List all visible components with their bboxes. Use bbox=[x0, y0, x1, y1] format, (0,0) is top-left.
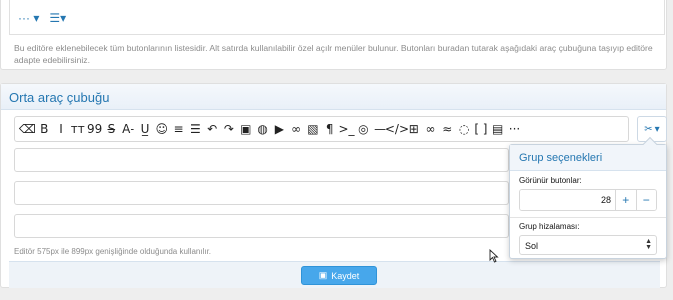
undo-icon[interactable]: ↶ bbox=[204, 119, 221, 139]
alignment-label: Grup hizalaması: bbox=[519, 222, 580, 231]
list-icon[interactable]: ☰ bbox=[187, 119, 204, 139]
mini-toolbar: ··· ▾ ☰▾ bbox=[9, 0, 665, 35]
toolbar-row-2[interactable] bbox=[14, 181, 509, 205]
visible-buttons-input[interactable] bbox=[520, 190, 615, 210]
toolbar-row-1[interactable] bbox=[14, 148, 509, 172]
underline-icon[interactable]: U̲ bbox=[137, 119, 154, 139]
toolbar-row-3[interactable] bbox=[14, 214, 509, 238]
menu-divider bbox=[510, 217, 666, 218]
align-icon[interactable]: ≡ bbox=[170, 119, 187, 139]
redo-icon[interactable]: ↷ bbox=[221, 119, 238, 139]
image-icon[interactable]: ▣ bbox=[237, 119, 254, 139]
menu-title: Grup seçenekleri bbox=[510, 145, 666, 171]
smiley-icon[interactable]: ☺ bbox=[153, 119, 170, 139]
floppy-icon: ▣ bbox=[318, 270, 328, 280]
decrement-button[interactable]: − bbox=[635, 190, 656, 210]
list-dropdown-icon[interactable]: ☰▾ bbox=[49, 11, 66, 25]
mouse-cursor-icon bbox=[489, 249, 499, 263]
tools-icon: ✂ bbox=[644, 123, 653, 135]
gallery-icon[interactable]: ▧ bbox=[305, 119, 322, 139]
width-description: Editör 575px ile 899px genişliğinde oldu… bbox=[14, 247, 212, 256]
link-icon[interactable]: ∞ bbox=[288, 119, 305, 139]
bezier-icon[interactable]: ≈ bbox=[439, 119, 456, 139]
increment-button[interactable]: + bbox=[615, 190, 636, 210]
save-label: Kaydet bbox=[331, 270, 360, 281]
chevron-down-icon: ▾ bbox=[654, 123, 660, 135]
italic-icon[interactable]: I bbox=[53, 119, 70, 139]
buttons-description: Bu editöre eklenebilecek tüm butonlarını… bbox=[14, 43, 653, 65]
middle-toolbar: ⌫ B Iᴛᴛ 99 S̶ A˗ U̲ ☺ ≡ ☰ ↶ ↷ ▣ ◍ ▶ ∞ ▧ ¶ >_ ◎ — </> ⊞ ∞ ≈ ◌[ ] ▤ ·… bbox=[14, 116, 629, 142]
table-icon[interactable]: ⊞ bbox=[405, 119, 422, 139]
mask-icon[interactable]: ∞ bbox=[422, 119, 439, 139]
group-options-menu: Grup seçenekleri Görünür butonlar: + − G… bbox=[509, 136, 667, 259]
alignment-select[interactable]: Sol ▲ ▼ bbox=[519, 235, 657, 255]
more-icon[interactable]: ··· bbox=[506, 119, 523, 139]
buttons-panel: ··· ▾ ☰▾ Bu editöre eklenebilecek tüm bu… bbox=[0, 0, 667, 70]
visible-buttons-label: Görünür butonlar: bbox=[519, 176, 582, 185]
font-size-icon[interactable]: ᴛᴛ bbox=[69, 119, 86, 139]
font-color-icon[interactable]: A˗ bbox=[120, 119, 137, 139]
more-dropdown-icon[interactable]: ··· ▾ bbox=[18, 11, 39, 25]
palette-icon[interactable]: ◍ bbox=[254, 119, 271, 139]
strikethrough-icon[interactable]: S̶ bbox=[103, 119, 120, 139]
alignment-value: Sol bbox=[525, 241, 539, 251]
panel-title: Orta araç çubuğu bbox=[1, 84, 666, 110]
visible-buttons-stepper: + − bbox=[519, 189, 657, 211]
save-button[interactable]: ▣ Kaydet bbox=[301, 266, 377, 285]
paragraph-icon[interactable]: ¶ bbox=[321, 119, 338, 139]
bold-icon[interactable]: B bbox=[36, 119, 53, 139]
save-draft-icon[interactable]: ▤ bbox=[489, 119, 506, 139]
brackets-icon[interactable]: [ ] bbox=[473, 119, 490, 139]
form-footer: ▣ Kaydet bbox=[9, 261, 660, 288]
quote-icon[interactable]: 99 bbox=[86, 119, 103, 139]
eraser-icon[interactable]: ⌫ bbox=[19, 119, 36, 139]
code-icon[interactable]: </> bbox=[385, 119, 409, 139]
comment-icon[interactable]: ◌ bbox=[456, 119, 473, 139]
spoiler-icon[interactable]: ◎ bbox=[355, 119, 372, 139]
select-caret-icon: ▲ ▼ bbox=[645, 238, 652, 251]
media-icon[interactable]: ▶ bbox=[271, 119, 288, 139]
mini-tools: ··· ▾ ☰▾ bbox=[18, 11, 66, 25]
terminal-icon[interactable]: >_ bbox=[338, 119, 355, 139]
